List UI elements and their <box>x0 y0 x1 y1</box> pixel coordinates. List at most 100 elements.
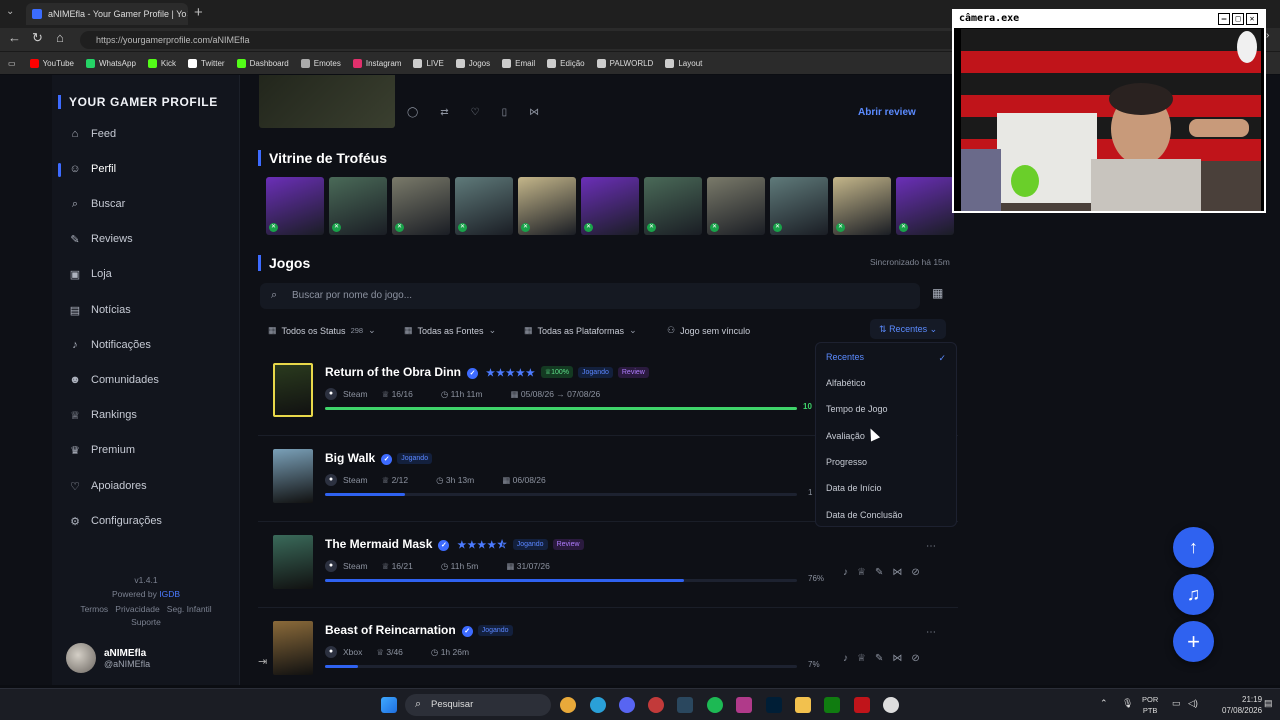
discord-icon[interactable] <box>619 697 635 713</box>
trophy-item[interactable]: ✕ <box>455 177 513 235</box>
sort-option[interactable]: Alfabético <box>826 378 866 388</box>
sidebar-item-premium[interactable]: ♛ Premium <box>68 443 135 457</box>
browser-tab[interactable]: aNIMEfla - Your Gamer Profile | Yo ✕ <box>26 3 188 25</box>
game-title[interactable]: Beast of Reincarnation <box>325 623 456 637</box>
bookmark-item[interactable]: Emotes <box>300 58 341 68</box>
add-button[interactable]: + <box>1173 621 1214 662</box>
bookmark-item[interactable]: PALWORLD <box>596 58 653 68</box>
notifications-icon[interactable]: ▤ <box>1264 698 1273 709</box>
volume-icon[interactable]: ◁) <box>1188 698 1198 709</box>
bookmark-item[interactable]: YouTube <box>29 58 74 68</box>
photoshop-icon[interactable] <box>766 697 782 713</box>
bell-icon[interactable]: ♪ <box>843 567 848 578</box>
support-link[interactable]: Suporte <box>52 617 240 627</box>
sidebar-item-rankings[interactable]: ♕ Rankings <box>68 408 137 422</box>
close-tab-icon[interactable]: ✕ <box>186 9 188 20</box>
like-icon[interactable]: ♡ <box>471 107 480 118</box>
game-row[interactable]: The Mermaid Mask ✓ ★★★★⯪ Jogando Review ● Stea… <box>258 527 958 613</box>
home-icon[interactable]: ⌂ <box>56 30 64 45</box>
hide-icon[interactable]: ⊘ <box>911 653 919 664</box>
microphone-icon[interactable]: 🎙 <box>1122 698 1133 709</box>
game-title[interactable]: Return of the Obra Dinn <box>325 365 461 379</box>
game-cover[interactable] <box>273 363 313 417</box>
trophy-item[interactable]: ✕ <box>518 177 576 235</box>
sources-filter[interactable]: ▦ Todas as Fontes ⌄ <box>404 325 501 336</box>
sort-option[interactable]: Recentes <box>826 352 864 362</box>
trophy-item[interactable]: ✕ <box>266 177 324 235</box>
toolbar-overflow-icon[interactable]: › <box>1266 30 1269 41</box>
close-icon[interactable]: ✕ <box>1246 13 1258 25</box>
trophy-item[interactable]: ✕ <box>329 177 387 235</box>
trophy-item[interactable]: ✕ <box>581 177 639 235</box>
game-title[interactable]: The Mermaid Mask <box>325 537 432 551</box>
sidebar-item-buscar[interactable]: ⌕ Buscar <box>68 197 125 211</box>
sidebar-item-noticias[interactable]: ▤ Notícias <box>68 303 131 317</box>
obs-record-icon[interactable] <box>854 697 870 713</box>
more-options-icon[interactable]: ⋯ <box>926 627 936 638</box>
taskbar-search[interactable]: ⌕ Pesquisar <box>405 694 551 716</box>
spotify-icon[interactable] <box>707 697 723 713</box>
game-title[interactable]: Big Walk <box>325 451 375 465</box>
trophy-item[interactable]: ✕ <box>644 177 702 235</box>
bookmarks-menu-icon[interactable]: ▭ <box>8 59 16 68</box>
sidebar-item-perfil[interactable]: ☺ Perfil <box>68 162 116 176</box>
bookmark-item[interactable]: Twitter <box>188 58 225 68</box>
sidebar-item-configuracoes[interactable]: ⚙ Configurações <box>68 514 162 528</box>
child-safety-link[interactable]: Seg. Infantil <box>167 604 212 614</box>
bookmark-item[interactable]: Instagram <box>352 58 401 68</box>
trophy-icon[interactable]: ♕ <box>857 653 866 664</box>
share-icon[interactable]: ⋈ <box>892 567 902 578</box>
grid-view-icon[interactable]: ▦ <box>932 286 943 300</box>
game-cover[interactable] <box>273 449 313 503</box>
trophy-item[interactable]: ✕ <box>770 177 828 235</box>
tray-chevron-icon[interactable]: ⌃ <box>1100 698 1108 709</box>
game-row[interactable]: Beast of Reincarnation ✓ Jogando ● Xbox ♕ 3/4… <box>258 613 958 699</box>
maximize-icon[interactable]: □ <box>1232 13 1244 25</box>
sidebar-item-apoiadores[interactable]: ♡ Apoiadores <box>68 479 147 493</box>
platforms-filter[interactable]: ▦ Todas as Plataformas ⌄ <box>524 325 642 336</box>
start-icon[interactable] <box>381 697 397 713</box>
sort-option[interactable]: Data de Conclusão <box>826 510 903 520</box>
sidebar-item-feed[interactable]: ⌂ Feed <box>68 127 116 141</box>
privacy-link[interactable]: Privacidade <box>115 604 159 614</box>
language-indicator[interactable]: POR PTB <box>1142 694 1158 716</box>
bookmark-item[interactable]: Kick <box>147 58 176 68</box>
game-cover[interactable] <box>273 535 313 589</box>
terms-link[interactable]: Termos <box>80 604 108 614</box>
igdb-link[interactable]: IGDB <box>159 589 180 599</box>
chrome-icon[interactable] <box>560 697 576 713</box>
bookmark-item[interactable]: Edição <box>547 58 585 68</box>
clock[interactable]: 21:19 07/08/2026 <box>1222 694 1262 716</box>
game-cover[interactable] <box>273 621 313 675</box>
status-filter[interactable]: ▦ Todos os Status 298 ⌄ <box>268 325 381 336</box>
edge-icon[interactable] <box>590 697 606 713</box>
network-icon[interactable]: ▭ <box>1172 698 1181 709</box>
app-icon[interactable] <box>648 697 664 713</box>
bookmark-item[interactable]: LIVE <box>413 58 444 68</box>
trophy-item[interactable]: ✕ <box>833 177 891 235</box>
comment-icon[interactable]: ◯ <box>407 107 418 118</box>
sidebar-item-notificacoes[interactable]: ♪ Notificações <box>68 338 151 352</box>
repost-icon[interactable]: ⇄ <box>440 107 448 118</box>
bell-icon[interactable]: ♪ <box>843 653 848 664</box>
folder-icon[interactable] <box>795 697 811 713</box>
obs-icon[interactable] <box>883 697 899 713</box>
share-icon[interactable]: ⋈ <box>529 107 539 118</box>
bookmark-item[interactable]: WhatsApp <box>86 58 136 68</box>
open-review-link[interactable]: Abrir review <box>858 107 916 118</box>
sidebar-item-reviews[interactable]: ✎ Reviews <box>68 232 132 246</box>
back-icon[interactable]: ← <box>8 30 21 45</box>
scroll-top-button[interactable]: ↑ <box>1173 527 1214 568</box>
trophy-icon[interactable]: ♕ <box>857 567 866 578</box>
sidebar-item-loja[interactable]: ▣ Loja <box>68 267 112 281</box>
xbox-icon[interactable] <box>824 697 840 713</box>
reload-icon[interactable]: ↻ <box>32 30 43 46</box>
sort-option[interactable]: Tempo de Jogo <box>826 404 888 414</box>
bookmark-icon[interactable]: ▯ <box>502 107 508 118</box>
minimize-icon[interactable]: – <box>1218 13 1230 25</box>
edit-icon[interactable]: ✎ <box>875 567 883 578</box>
tab-list-chevron-icon[interactable]: ⌄ <box>6 6 14 17</box>
bookmark-item[interactable]: Email <box>502 58 535 68</box>
music-button[interactable]: ♫ <box>1173 574 1214 615</box>
bookmark-item[interactable]: Jogos <box>455 58 490 68</box>
